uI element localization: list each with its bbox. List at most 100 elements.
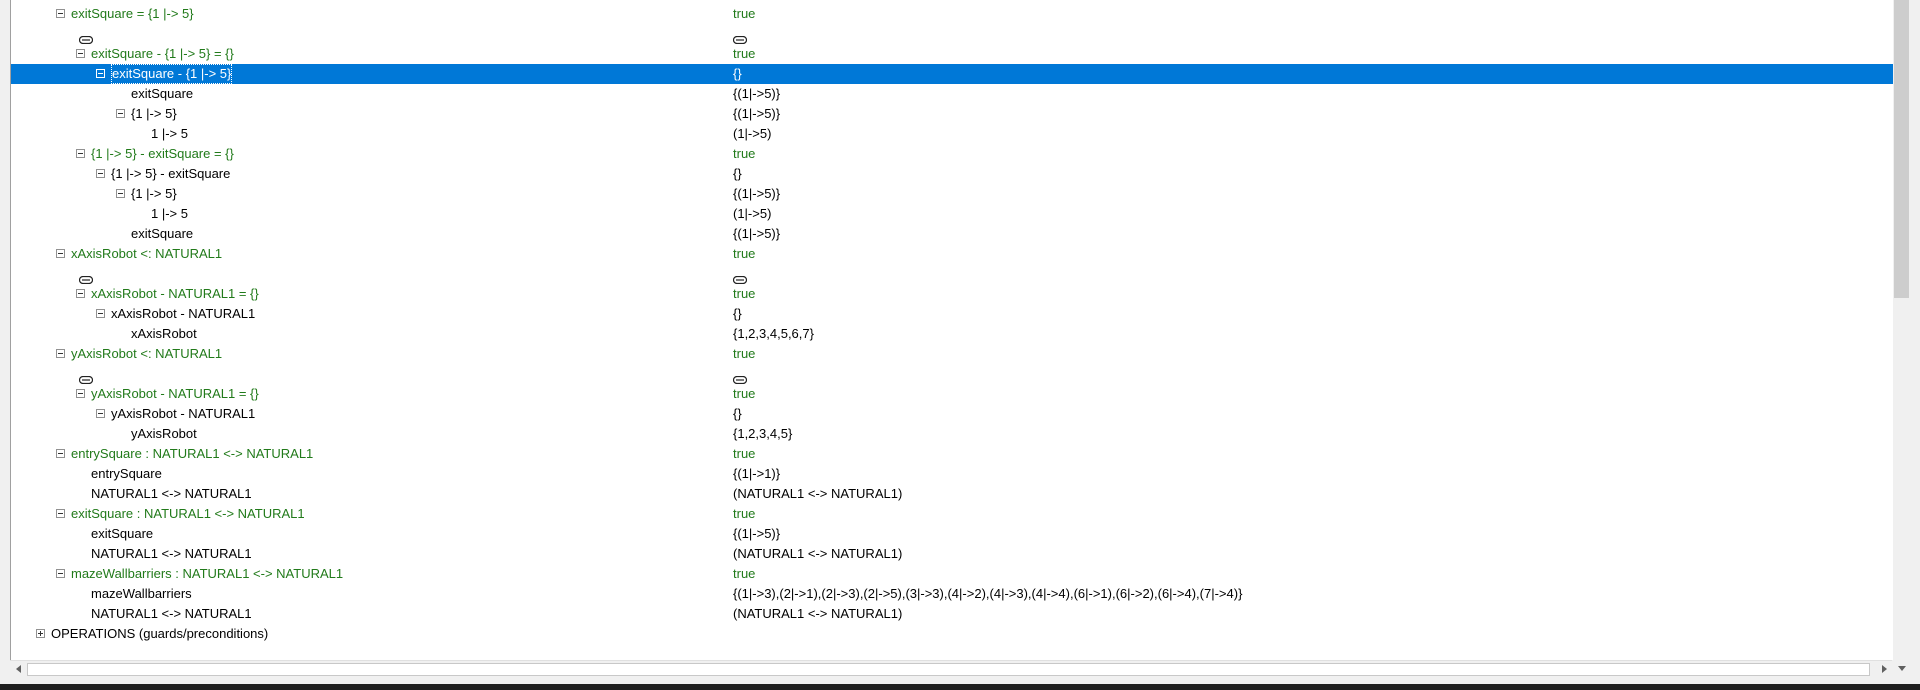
tree-node-label: exitSquare = {1 |-> 5} (71, 6, 194, 21)
tree-row[interactable]: entrySquare : NATURAL1 <-> NATURAL1 true (11, 444, 1893, 464)
collapse-minus-icon[interactable] (76, 389, 85, 398)
tree-row[interactable]: {1 |-> 5} - exitSquare {} (11, 164, 1893, 184)
tree-node-label: OPERATIONS (guards/preconditions) (51, 626, 269, 641)
tree-node-value: true (733, 246, 756, 261)
tree-node-label: {1 |-> 5} (131, 106, 177, 121)
implication-icon (78, 270, 94, 285)
tree-node-value: {(1|->5)} (733, 186, 781, 201)
tree-row[interactable] (11, 24, 1893, 45)
tree-row[interactable] (11, 364, 1893, 385)
scroll-left-button[interactable] (10, 661, 27, 678)
implication-icon (78, 30, 94, 45)
tree-row[interactable]: mazeWallbarriers {(1|->3),(2|->1),(2|->3)… (11, 584, 1893, 604)
scroll-down-button[interactable] (1893, 660, 1910, 678)
tree-node-value: {} (733, 406, 742, 421)
tree-row[interactable]: exitSquare = {1 |-> 5} true (11, 4, 1893, 24)
tree-node-value: {} (733, 166, 742, 181)
collapse-minus-icon[interactable] (116, 189, 125, 198)
tree-row[interactable]: yAxisRobot <: NATURAL1 true (11, 344, 1893, 364)
tree-node-value: true (733, 506, 756, 521)
chevron-left-icon (16, 665, 21, 673)
tree-node-value: true (733, 386, 756, 401)
tree-node-label: entrySquare : NATURAL1 <-> NATURAL1 (71, 446, 314, 461)
tree-row[interactable]: mazeWallbarriers : NATURAL1 <-> NATURAL1… (11, 564, 1893, 584)
tree-row[interactable]: NATURAL1 <-> NATURAL1 (NATURAL1 <-> NATUR… (11, 544, 1893, 564)
collapse-minus-icon[interactable] (56, 569, 65, 578)
tree-row[interactable]: 1 |-> 5 (1|->5) (11, 204, 1893, 224)
tree-row[interactable]: {1 |-> 5} {(1|->5)} (11, 184, 1893, 204)
tree-row[interactable]: exitSquare - {1 |-> 5} {} (11, 64, 1893, 84)
tree-node-label: NATURAL1 <-> NATURAL1 (91, 606, 252, 621)
tree-node-label: entrySquare (91, 466, 162, 481)
tree-row[interactable]: yAxisRobot - NATURAL1 {} (11, 404, 1893, 424)
tree-node-value: true (733, 46, 756, 61)
tree-node-value: {(1|->5)} (733, 86, 781, 101)
collapse-minus-icon[interactable] (76, 49, 85, 58)
collapse-minus-icon[interactable] (56, 449, 65, 458)
collapse-minus-icon[interactable] (96, 409, 105, 418)
tree-node-label: {1 |-> 5} - exitSquare = {} (91, 146, 234, 161)
tree-node-value: true (733, 146, 756, 161)
tree-node-label: xAxisRobot - NATURAL1 = {} (91, 286, 259, 301)
tree-row[interactable] (11, 264, 1893, 285)
tree-node-label: xAxisRobot - NATURAL1 (111, 306, 256, 321)
collapse-minus-icon[interactable] (76, 149, 85, 158)
implication-icon (78, 370, 94, 385)
tree-row[interactable]: yAxisRobot - NATURAL1 = {} true (11, 384, 1893, 404)
tree-row[interactable]: xAxisRobot - NATURAL1 = {} true (11, 284, 1893, 304)
tree-row[interactable]: 1 |-> 5 (1|->5) (11, 124, 1893, 144)
horizontal-scrollbar[interactable] (10, 660, 1892, 678)
tree-row[interactable]: NATURAL1 <-> NATURAL1 (NATURAL1 <-> NATUR… (11, 484, 1893, 504)
collapse-minus-icon[interactable] (96, 169, 105, 178)
tree-node-value: {(1|->5)} (733, 226, 781, 241)
tree-node-label: 1 |-> 5 (151, 206, 188, 221)
tree-node-label: {1 |-> 5} - exitSquare (111, 166, 231, 181)
vertical-scrollbar[interactable] (1893, 0, 1910, 660)
tree-node-value: (1|->5) (733, 126, 772, 141)
collapse-minus-icon[interactable] (56, 509, 65, 518)
collapse-minus-icon[interactable] (96, 309, 105, 318)
tree-row[interactable]: exitSquare {(1|->5)} (11, 224, 1893, 244)
collapse-minus-icon[interactable] (116, 109, 125, 118)
tree-node-value: {} (733, 306, 742, 321)
vertical-scroll-thumb[interactable] (1894, 0, 1909, 298)
evaluation-tree[interactable]: exitSquare = {1 |-> 5} true exitSquare - {… (10, 0, 1894, 660)
tree-row[interactable]: xAxisRobot {1,2,3,4,5,6,7} (11, 324, 1893, 344)
tree-node-label: NATURAL1 <-> NATURAL1 (91, 486, 252, 501)
tree-row[interactable]: {1 |-> 5} {(1|->5)} (11, 104, 1893, 124)
tree-node-label: yAxisRobot (131, 426, 197, 441)
tree-row[interactable]: exitSquare {(1|->5)} (11, 84, 1893, 104)
tree-node-label: {1 |-> 5} (131, 186, 177, 201)
tree-row[interactable]: exitSquare - {1 |-> 5} = {} true (11, 44, 1893, 64)
tree-node-value: true (733, 286, 756, 301)
taskbar-edge (0, 684, 1920, 690)
tree-row[interactable]: OPERATIONS (guards/preconditions) (11, 624, 1893, 644)
tree-node-label: exitSquare - {1 |-> 5} = {} (91, 46, 234, 61)
tree-node-value: {(1|->5)} (733, 526, 781, 541)
tree-node-value: (NATURAL1 <-> NATURAL1) (733, 606, 903, 621)
collapse-minus-icon[interactable] (56, 349, 65, 358)
horizontal-scroll-thumb[interactable] (27, 663, 1870, 676)
tree-node-label: yAxisRobot <: NATURAL1 (71, 346, 223, 361)
tree-row[interactable]: xAxisRobot - NATURAL1 {} (11, 304, 1893, 324)
expand-plus-icon[interactable] (36, 629, 45, 638)
chevron-right-icon (1882, 665, 1887, 673)
tree-node-label: NATURAL1 <-> NATURAL1 (91, 546, 252, 561)
tree-row[interactable]: exitSquare {(1|->5)} (11, 524, 1893, 544)
implication-icon (732, 30, 748, 45)
tree-row[interactable]: yAxisRobot {1,2,3,4,5} (11, 424, 1893, 444)
tree-node-value: (1|->5) (733, 206, 772, 221)
collapse-minus-icon[interactable] (56, 249, 65, 258)
tree-row[interactable]: exitSquare : NATURAL1 <-> NATURAL1 true (11, 504, 1893, 524)
tree-node-label: exitSquare - {1 |-> 5} (111, 64, 233, 84)
tree-row[interactable]: entrySquare {(1|->1)} (11, 464, 1893, 484)
collapse-minus-icon[interactable] (96, 69, 105, 78)
scroll-right-button[interactable] (1875, 661, 1892, 678)
tree-row[interactable]: xAxisRobot <: NATURAL1 true (11, 244, 1893, 264)
collapse-minus-icon[interactable] (76, 289, 85, 298)
tree-row[interactable]: NATURAL1 <-> NATURAL1 (NATURAL1 <-> NATUR… (11, 604, 1893, 624)
tree-row[interactable]: {1 |-> 5} - exitSquare = {} true (11, 144, 1893, 164)
collapse-minus-icon[interactable] (56, 9, 65, 18)
tree-node-value: true (733, 566, 756, 581)
tree-node-label: exitSquare : NATURAL1 <-> NATURAL1 (71, 506, 305, 521)
